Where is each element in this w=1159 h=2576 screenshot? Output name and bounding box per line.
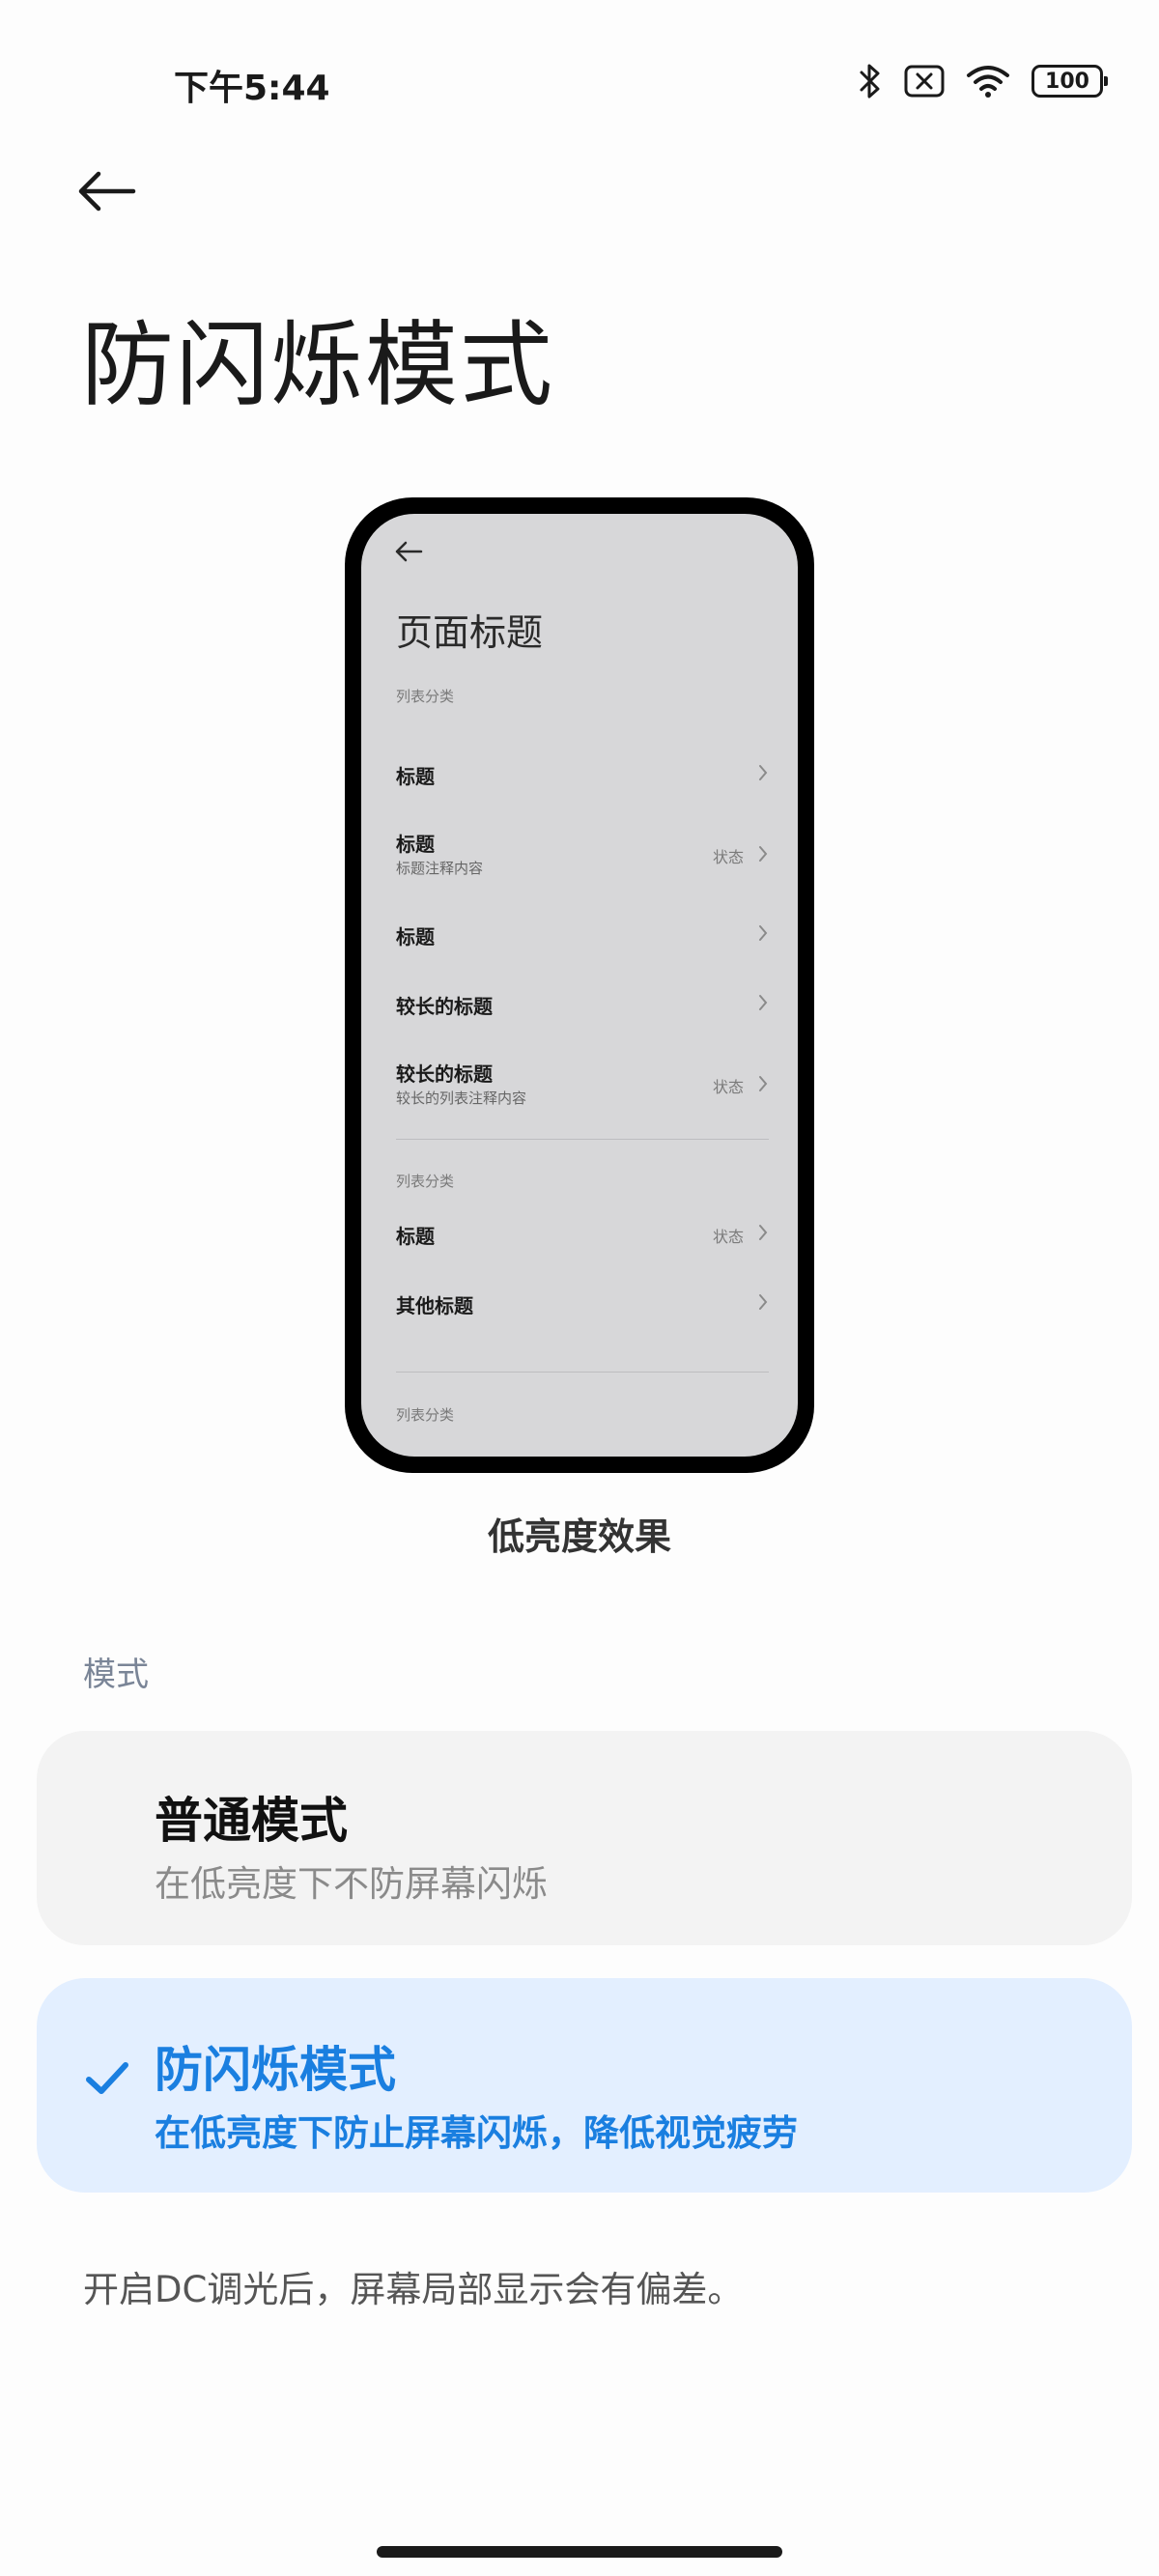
battery-level: 100 <box>1045 69 1089 94</box>
no-sim-icon <box>904 65 945 98</box>
preview-item-title: 标题 <box>396 1225 435 1248</box>
preview-phone: 页面标题 列表分类 标题 标题 标题注释内容 状态 标题 较长的标题 较长的标题… <box>345 497 814 1473</box>
page-title: 防闪烁模式 <box>81 311 554 419</box>
preview-screen: 页面标题 列表分类 标题 标题 标题注释内容 状态 标题 较长的标题 较长的标题… <box>361 514 798 1457</box>
preview-caption: 低亮度效果 <box>487 1515 671 1558</box>
preview-item-status: 状态 <box>712 1228 744 1246</box>
preview-back-icon <box>394 541 423 566</box>
footer-note: 开启DC调光后，屏幕局部显示会有偏差。 <box>83 2269 744 2310</box>
preview-item-title: 标题 <box>396 833 435 856</box>
preview-list-item: 较长的标题 <box>396 974 769 1032</box>
preview-list-item: 标题 状态 <box>396 1203 769 1261</box>
bluetooth-icon <box>858 62 883 100</box>
preview-divider <box>396 1139 769 1140</box>
preview-list-item: 标题 <box>396 744 769 802</box>
preview-list-item: 较长的标题 较长的列表注释内容 状态 <box>396 1045 769 1107</box>
mode-option-anti-flicker[interactable]: 防闪烁模式 在低亮度下防止屏幕闪烁，降低视觉疲劳 <box>37 1978 1132 2193</box>
preview-item-title: 其他标题 <box>396 1294 473 1317</box>
preview-list-item: 标题 <box>396 904 769 962</box>
mode-section-label: 模式 <box>83 1656 149 1694</box>
option-title: 普通模式 <box>155 1793 348 1849</box>
status-time: 下午5:44 <box>174 69 330 108</box>
status-bar: 下午5:44 100 <box>0 0 1159 164</box>
status-icons: 100 <box>858 58 1108 104</box>
preview-section-label: 列表分类 <box>396 1406 455 1424</box>
wifi-icon <box>966 64 1010 99</box>
preview-section-label: 列表分类 <box>396 688 455 705</box>
option-subtitle: 在低亮度下防止屏幕闪烁，降低视觉疲劳 <box>155 2112 798 2154</box>
preview-item-status: 状态 <box>712 1078 744 1096</box>
option-title: 防闪烁模式 <box>155 2042 396 2098</box>
mode-option-normal[interactable]: 普通模式 在低亮度下不防屏幕闪烁 <box>37 1731 1132 1945</box>
battery-icon: 100 <box>1032 65 1108 98</box>
back-button[interactable] <box>75 162 156 224</box>
preview-divider <box>396 1372 769 1373</box>
option-subtitle: 在低亮度下不防屏幕闪烁 <box>155 1863 548 1905</box>
chevron-right-icon <box>757 1292 769 1316</box>
preview-item-subtitle: 标题注释内容 <box>396 860 484 877</box>
preview-item-title: 标题 <box>396 765 435 788</box>
preview-item-title: 标题 <box>396 925 435 948</box>
chevron-right-icon <box>757 993 769 1016</box>
preview-item-title: 较长的标题 <box>396 1062 493 1086</box>
home-indicator[interactable] <box>377 2546 782 2558</box>
chevron-right-icon <box>757 923 769 947</box>
preview-list-item: 标题 标题注释内容 状态 <box>396 815 769 877</box>
preview-list-item: 其他标题 <box>396 1273 769 1331</box>
preview-title: 页面标题 <box>396 611 544 654</box>
check-icon <box>85 2059 129 2102</box>
preview-item-title: 较长的标题 <box>396 995 493 1018</box>
chevron-right-icon <box>757 1223 769 1246</box>
arrow-left-icon <box>75 168 137 218</box>
chevron-right-icon <box>757 844 769 867</box>
preview-item-subtitle: 较长的列表注释内容 <box>396 1090 527 1107</box>
preview-item-status: 状态 <box>712 848 744 866</box>
chevron-right-icon <box>757 763 769 786</box>
chevron-right-icon <box>757 1074 769 1097</box>
preview-section-label: 列表分类 <box>396 1173 455 1190</box>
